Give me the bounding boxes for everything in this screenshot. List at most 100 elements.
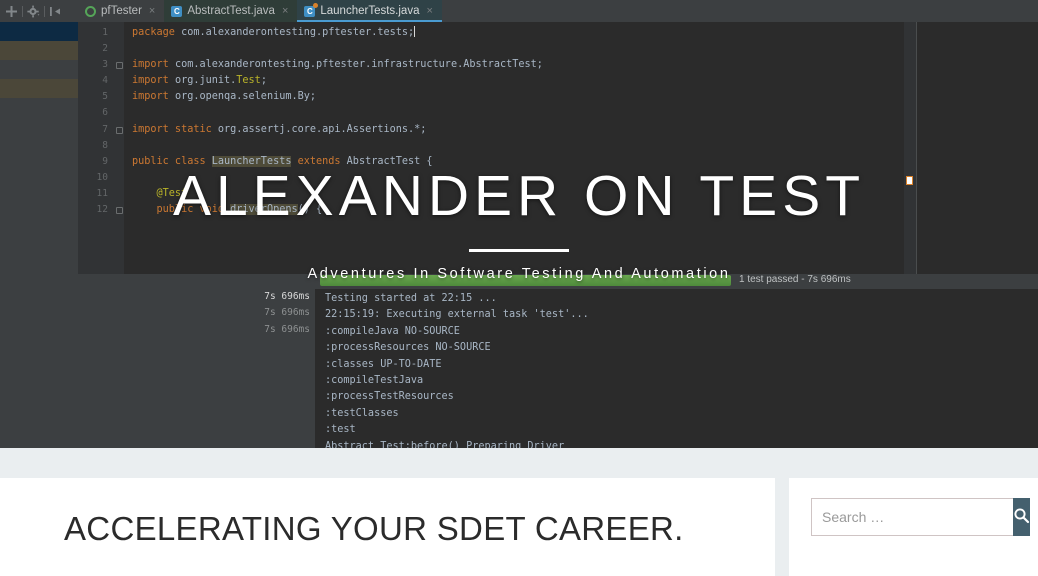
run-tool-window-strip[interactable]	[0, 22, 78, 274]
close-icon[interactable]: ×	[426, 5, 432, 17]
editor-tab-abstracttest[interactable]: C AbstractTest.java ×	[164, 0, 298, 22]
settings-gear-icon[interactable]	[27, 5, 40, 18]
run-tool-window: 1 test passed - 7s 696ms 7s 696ms 7s 696…	[0, 274, 1038, 448]
gutter-line-number: 6	[102, 107, 108, 119]
java-runnable-class-icon: C	[304, 5, 316, 17]
gutter-line-number: 8	[102, 139, 108, 151]
test-tree-pane[interactable]	[0, 289, 78, 448]
code-line: public class LauncherTests extends Abstr…	[124, 154, 904, 170]
text-caret	[414, 26, 416, 37]
code-fold-icon[interactable]	[116, 62, 123, 70]
code-token: AbstractTest {	[346, 155, 433, 167]
content-top-band	[0, 448, 1038, 478]
code-token: org.junit.	[174, 75, 237, 87]
close-icon[interactable]: ×	[282, 5, 288, 17]
test-progress: 1 test passed - 7s 696ms	[320, 274, 1038, 289]
code-token: public void	[132, 204, 231, 216]
main-content: ACCELERATING YOUR SDET CAREER.	[0, 478, 1038, 576]
search-input[interactable]	[811, 498, 1013, 536]
ide-toolbar	[0, 0, 78, 22]
editor-empty-pane	[916, 22, 1038, 274]
code-line: @Test	[124, 186, 904, 202]
primary-column: ACCELERATING YOUR SDET CAREER.	[0, 478, 775, 576]
editor-tab-label: LauncherTests.java	[320, 5, 420, 17]
test-duration: 7s 696ms	[264, 323, 310, 335]
code-token: org.assertj.core.api.Assertions.*;	[217, 123, 427, 135]
gutter-line-number: 9	[102, 155, 108, 167]
search-submit-button[interactable]	[1013, 498, 1030, 536]
search-form	[811, 498, 1030, 536]
test-duration: 7s 696ms	[264, 307, 310, 319]
module-icon	[85, 5, 96, 17]
gutter-line-number: 11	[96, 187, 108, 199]
gutter-line-number: 2	[102, 43, 108, 55]
console-output[interactable]: Testing started at 22:15 ... 22:15:19: Ex…	[315, 289, 1038, 448]
hero-banner: pfTester × C AbstractTest.java × C Launc…	[0, 0, 1038, 448]
code-fold-icon[interactable]	[116, 126, 123, 134]
editor-tab-pftester[interactable]: pfTester ×	[78, 0, 165, 22]
console-line: :compileJava NO-SOURCE	[325, 325, 460, 337]
toolbar-divider-2	[44, 5, 45, 17]
code-token: import	[132, 75, 175, 87]
code-line: import org.junit.Test;	[124, 73, 904, 89]
code-token: Test	[236, 75, 261, 87]
console-line: Abstract Test:before() Preparing Driver	[325, 440, 565, 448]
code-token: LauncherTests	[211, 155, 292, 167]
editor-marker-gutter[interactable]	[904, 22, 916, 274]
code-token: com.alexanderontesting.pftester.infrastr…	[174, 59, 543, 71]
run-strip-row-selected[interactable]	[0, 22, 78, 41]
editor-gutter[interactable]: 1 2 3 4 5 6 7 8 9 10 11 12	[78, 22, 124, 274]
test-progress-label: 1 test passed - 7s 696ms	[739, 274, 851, 285]
gutter-line-number: 4	[102, 75, 108, 87]
code-token: package	[132, 27, 182, 38]
gutter-line-number: 1	[102, 27, 108, 38]
expand-all-icon[interactable]	[5, 5, 18, 18]
code-token: import	[132, 59, 175, 71]
console-line: :processTestResources	[325, 391, 454, 403]
code-token: @Test	[132, 187, 188, 199]
code-token: public class	[132, 155, 212, 167]
code-line: import com.alexanderontesting.pftester.i…	[116, 57, 904, 73]
sidebar-separator	[775, 478, 789, 576]
java-class-icon: C	[171, 5, 183, 17]
console-line: :testClasses	[325, 407, 399, 419]
console-line: :compileTestJava	[325, 374, 424, 386]
test-duration-column: 7s 696ms 7s 696ms 7s 696ms	[230, 289, 315, 338]
code-token: driverOpens	[230, 204, 298, 216]
console-line: Testing started at 22:15 ...	[325, 293, 497, 304]
test-duration: 7s 696ms	[264, 291, 310, 302]
console-line: :test	[325, 424, 356, 436]
gutter-line-number: 10	[96, 171, 108, 183]
run-strip-row[interactable]	[0, 41, 78, 60]
code-line: public void driverOpens() {	[116, 202, 904, 218]
code-token: extends	[291, 155, 347, 167]
code-token: org.openqa.selenium.By;	[174, 91, 317, 103]
toolbar-divider	[22, 5, 23, 17]
console-line: :processResources NO-SOURCE	[325, 342, 491, 354]
code-line: import static org.assertj.core.api.Asser…	[116, 122, 904, 138]
run-strip-row[interactable]	[0, 60, 78, 79]
search-icon	[1013, 507, 1030, 527]
editor-tab-label: AbstractTest.java	[187, 5, 275, 17]
code-line: package com.alexanderontesting.pftester.…	[124, 25, 904, 41]
collapse-panel-icon[interactable]	[49, 5, 62, 18]
page-title: ACCELERATING YOUR SDET CAREER.	[64, 510, 684, 547]
code-token: com.alexanderontesting.pftester.tests;	[181, 27, 415, 38]
gutter-line-number: 5	[102, 91, 108, 103]
sidebar	[789, 478, 1038, 576]
code-editor[interactable]: package com.alexanderontesting.pftester.…	[116, 22, 904, 274]
code-token: import static	[132, 123, 218, 135]
code-token: ;	[260, 75, 267, 87]
test-progress-bar	[320, 275, 731, 286]
editor-warning-marker[interactable]	[906, 176, 913, 185]
close-icon[interactable]: ×	[149, 5, 155, 17]
code-line: import org.openqa.selenium.By;	[124, 89, 904, 105]
run-strip-row[interactable]	[0, 79, 78, 98]
editor-tab-launchertests[interactable]: C LauncherTests.java ×	[297, 0, 442, 22]
code-token: import	[132, 91, 175, 103]
code-fold-icon[interactable]	[116, 207, 123, 215]
